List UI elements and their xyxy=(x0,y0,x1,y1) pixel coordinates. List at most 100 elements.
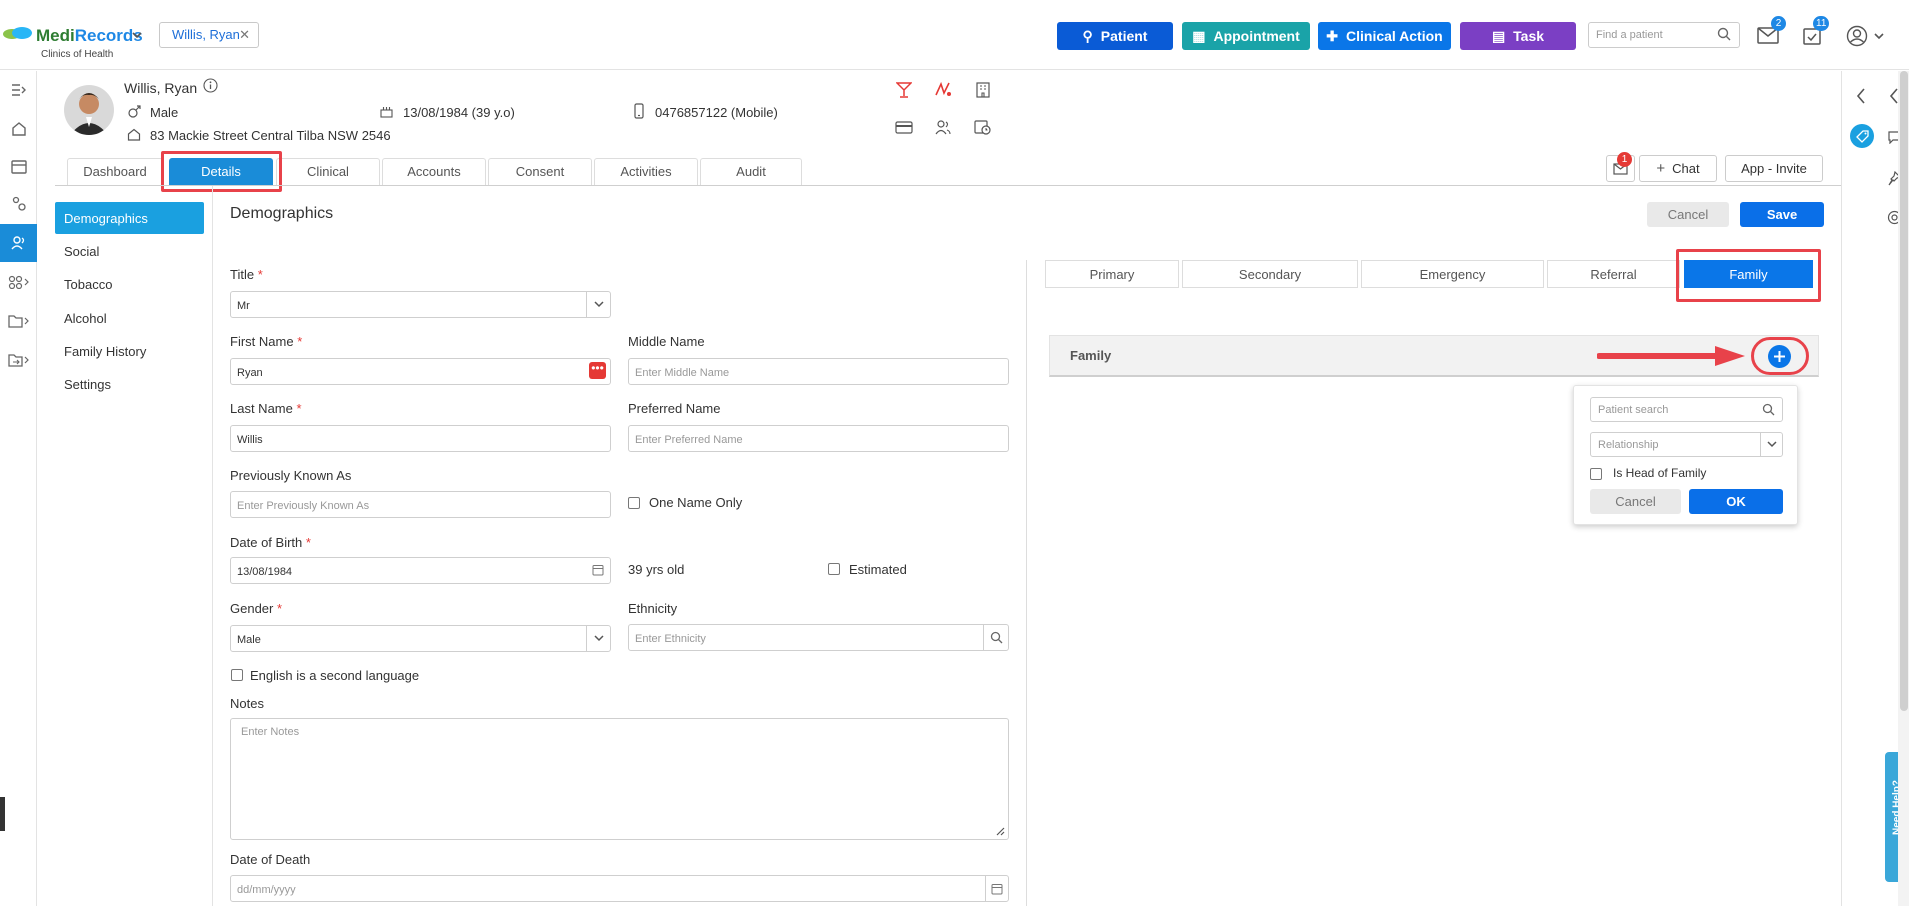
chevron-down-icon[interactable] xyxy=(586,292,610,317)
patient-name: Willis, Ryan xyxy=(124,80,198,96)
search-icon[interactable] xyxy=(1717,27,1731,41)
tab-clinical-visible[interactable]: Clinical xyxy=(276,158,380,185)
app-logo[interactable] xyxy=(2,26,36,40)
sidenav-family-history[interactable]: Family History xyxy=(55,335,204,367)
clinical-action-button[interactable]: ✚ Clinical Action xyxy=(1318,22,1451,50)
previously-known-input[interactable]: Enter Previously Known As xyxy=(230,491,611,518)
relationship-select[interactable]: Relationship xyxy=(1590,432,1783,457)
contacts-people-icon[interactable] xyxy=(935,119,951,135)
chat-label: Chat xyxy=(1672,161,1700,176)
appointment-button-label: Appointment xyxy=(1213,28,1300,44)
ethnicity-label: Ethnicity xyxy=(628,601,678,616)
ethnicity-input[interactable]: Enter Ethnicity xyxy=(628,624,1009,651)
gender-select[interactable]: Male xyxy=(230,625,611,652)
dob-input[interactable]: 13/08/1984 xyxy=(230,557,611,584)
popover-ok-button[interactable]: OK xyxy=(1689,489,1783,514)
tab-consent[interactable]: Consent xyxy=(488,158,592,185)
waiting-room-icon[interactable] xyxy=(0,185,37,223)
popover-cancel-button[interactable]: Cancel xyxy=(1590,489,1681,514)
patient-phone: 0476857122 (Mobile) xyxy=(655,105,778,120)
head-of-family-label: Is Head of Family xyxy=(1613,466,1707,480)
preferred-name-input[interactable]: Enter Preferred Name xyxy=(628,425,1009,452)
building-icon[interactable] xyxy=(976,82,990,98)
user-account-icon[interactable] xyxy=(1846,25,1868,47)
mobile-phone-icon xyxy=(634,103,644,119)
messages-badge: 1 xyxy=(1617,152,1632,167)
close-icon[interactable]: ✕ xyxy=(239,27,250,43)
tag-icon[interactable] xyxy=(1850,124,1874,148)
contact-tab-secondary[interactable]: Secondary xyxy=(1182,260,1358,288)
app-subtitle: Clinics of Health xyxy=(41,49,114,60)
sidenav-settings[interactable]: Settings xyxy=(55,368,204,400)
relationship-chevron-down-icon[interactable] xyxy=(1760,433,1782,456)
expand-menu-icon[interactable] xyxy=(0,71,37,109)
sidebar-marker xyxy=(0,797,5,831)
sidenav-social[interactable]: Social xyxy=(55,235,204,267)
app-brand: MediRecords xyxy=(36,26,143,46)
allergy-alert-icon[interactable] xyxy=(934,81,952,98)
one-name-only-checkbox[interactable] xyxy=(628,497,640,509)
cancel-button[interactable]: Cancel xyxy=(1647,202,1729,227)
first-name-input[interactable]: Ryan xyxy=(230,358,611,385)
sidenav-demographics[interactable]: Demographics xyxy=(55,202,204,234)
more-options-icon[interactable]: ••• xyxy=(589,362,606,379)
new-patient-button[interactable]: ⚲ Patient xyxy=(1057,22,1173,50)
tab-audit[interactable]: Audit xyxy=(700,158,802,185)
middle-name-label: Middle Name xyxy=(628,334,705,349)
ethnicity-search-icon[interactable] xyxy=(983,625,1008,650)
dod-calendar-icon[interactable] xyxy=(985,876,1008,901)
chat-button[interactable]: + Chat xyxy=(1639,155,1717,182)
head-of-family-checkbox[interactable] xyxy=(1590,468,1602,480)
add-family-button[interactable] xyxy=(1768,345,1791,368)
last-name-input[interactable]: Willis xyxy=(230,425,611,452)
english-second-language-label: English is a second language xyxy=(250,668,420,683)
family-panel-title: Family xyxy=(1070,348,1112,363)
calendar-nav-icon[interactable] xyxy=(0,147,37,185)
modules-icon[interactable] xyxy=(0,263,37,301)
notes-label: Notes xyxy=(230,696,264,711)
middle-name-input[interactable]: Enter Middle Name xyxy=(628,358,1009,385)
title-label: Title * xyxy=(230,267,263,282)
patient-info-icon[interactable] xyxy=(203,78,218,93)
notes-textarea[interactable]: Enter Notes xyxy=(230,718,1009,840)
scrollbar-thumb[interactable] xyxy=(1900,71,1908,711)
patient-search-input[interactable]: Patient search xyxy=(1590,397,1783,422)
dod-input[interactable]: dd/mm/yyyy xyxy=(230,875,1009,902)
contact-tab-referral[interactable]: Referral xyxy=(1547,260,1680,288)
previously-known-label: Previously Known As xyxy=(230,468,352,483)
sidenav-tobacco[interactable]: Tobacco xyxy=(55,268,204,300)
app-invite-button[interactable]: App - Invite xyxy=(1725,155,1823,182)
tab-accounts[interactable]: Accounts xyxy=(382,158,486,185)
open-patient-chip[interactable]: Willis, Ryan ✕ xyxy=(159,22,259,48)
transfer-folder-icon[interactable] xyxy=(0,341,37,379)
app-switcher-chevron-icon[interactable] xyxy=(132,31,142,39)
new-appointment-button[interactable]: ▦ Appointment xyxy=(1182,22,1310,50)
patient-button-label: Patient xyxy=(1100,28,1148,44)
card-icon[interactable] xyxy=(895,121,913,134)
patients-icon[interactable] xyxy=(0,224,37,262)
patient-dob: 13/08/1984 (39 y.o) xyxy=(403,105,515,120)
estimated-checkbox[interactable] xyxy=(828,563,840,575)
calendar-picker-icon[interactable] xyxy=(592,564,604,576)
save-button[interactable]: Save xyxy=(1740,202,1824,227)
patient-search-icon[interactable] xyxy=(1762,403,1775,416)
folder-icon[interactable] xyxy=(0,302,37,340)
dob-label: Date of Birth * xyxy=(230,535,311,550)
title-select[interactable]: Mr xyxy=(230,291,611,318)
top-bar: MediRecords Clinics of Health Willis, Ry… xyxy=(0,0,1909,70)
english-second-language-checkbox[interactable] xyxy=(231,669,243,681)
user-menu-chevron-icon[interactable] xyxy=(1874,32,1884,40)
collapse-left-chevron-icon[interactable] xyxy=(1856,88,1866,104)
new-task-button[interactable]: ▤ Task xyxy=(1460,22,1576,50)
contact-tab-emergency[interactable]: Emergency xyxy=(1361,260,1544,288)
gender-chevron-down-icon[interactable] xyxy=(586,626,610,651)
tab-dashboard[interactable]: Dashboard xyxy=(67,158,163,185)
person-add-icon: ⚲ xyxy=(1082,27,1093,44)
tab-activities[interactable]: Activities xyxy=(594,158,698,185)
home-icon[interactable] xyxy=(0,109,37,147)
alcohol-glass-icon[interactable] xyxy=(896,82,912,98)
contact-tab-primary[interactable]: Primary xyxy=(1045,260,1179,288)
resize-handle-icon[interactable] xyxy=(995,826,1005,836)
appointment-history-icon[interactable] xyxy=(974,119,991,135)
sidenav-alcohol[interactable]: Alcohol xyxy=(55,302,204,334)
